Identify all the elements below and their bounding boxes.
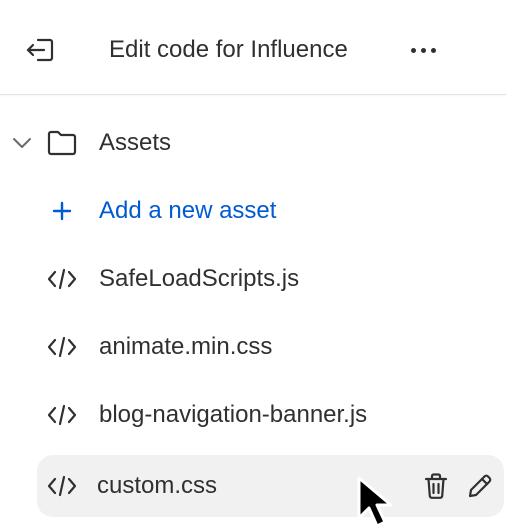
delete-icon xyxy=(424,473,448,499)
edit-icon xyxy=(468,474,492,498)
exit-icon xyxy=(26,38,54,62)
folder-assets[interactable]: Assets xyxy=(0,115,506,171)
delete-button[interactable] xyxy=(420,470,452,502)
code-icon xyxy=(46,403,78,427)
file-item[interactable]: blog-navigation-banner.js xyxy=(0,387,506,443)
file-label: custom.css xyxy=(97,472,218,499)
code-icon xyxy=(46,335,78,359)
page-title: Edit code for Influence xyxy=(109,36,348,63)
rename-button[interactable] xyxy=(464,470,496,502)
file-item-hovered[interactable]: custom.css xyxy=(37,455,504,517)
exit-button[interactable] xyxy=(20,32,60,68)
code-icon xyxy=(46,474,78,498)
file-label: blog-navigation-banner.js xyxy=(99,401,368,428)
more-actions-button[interactable] xyxy=(400,32,446,68)
folder-icon xyxy=(46,129,78,157)
editor-header: Edit code for Influence xyxy=(0,0,506,95)
more-horizontal-icon xyxy=(410,47,416,53)
more-dot xyxy=(420,47,426,53)
code-icon xyxy=(46,267,78,291)
file-item[interactable]: animate.min.css xyxy=(0,319,506,375)
file-item[interactable]: SafeLoadScripts.js xyxy=(0,251,506,307)
folder-label: Assets xyxy=(99,129,172,156)
file-label: animate.min.css xyxy=(99,333,273,360)
plus-icon xyxy=(50,197,74,225)
more-dot xyxy=(430,47,436,53)
chevron-down-icon[interactable] xyxy=(10,131,34,155)
add-asset-label: Add a new asset xyxy=(99,197,277,224)
file-label: SafeLoadScripts.js xyxy=(99,265,300,292)
add-asset-button[interactable]: Add a new asset xyxy=(0,183,506,239)
mouse-pointer-icon xyxy=(357,476,393,528)
